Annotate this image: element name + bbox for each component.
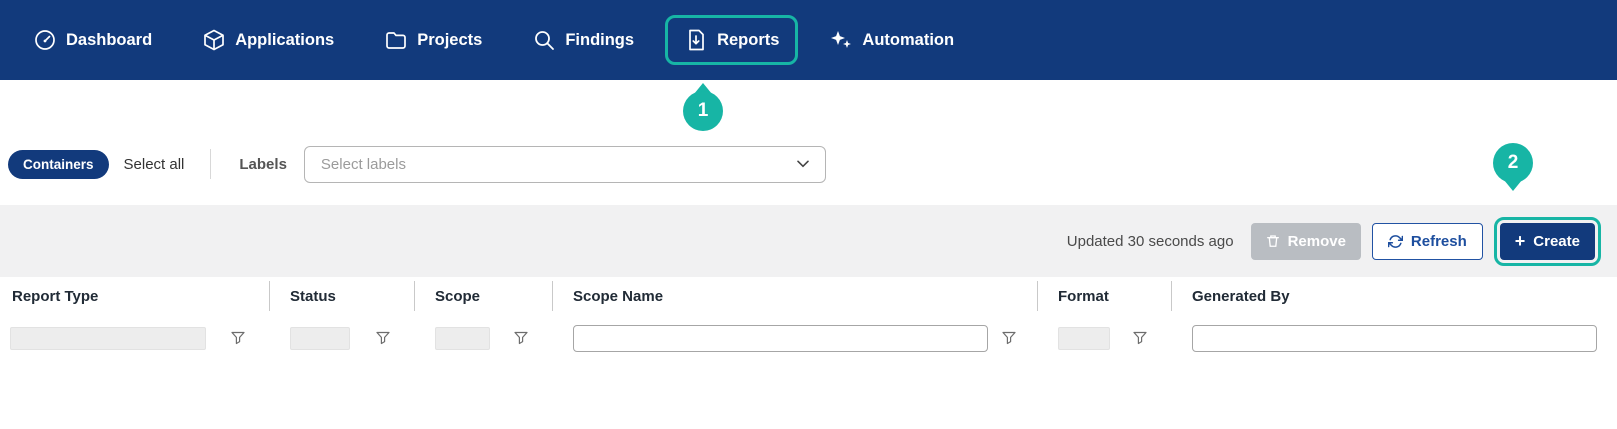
labels-label: Labels [239, 156, 287, 173]
filter-bar: Containers Select all Labels Select labe… [0, 140, 1617, 188]
nav-item-dashboard[interactable]: Dashboard [14, 15, 171, 65]
nav-label-reports: Reports [717, 31, 779, 50]
filter-cell-generated-by [1172, 320, 1617, 356]
step-1-callout: 1 [683, 83, 723, 131]
select-all-link[interactable]: Select all [124, 156, 185, 173]
scope-filter-input[interactable] [435, 327, 490, 350]
toolbar-strip: Updated 30 seconds ago Remove Refresh + … [0, 205, 1617, 277]
report-type-filter-input[interactable] [10, 327, 206, 350]
nav-item-projects[interactable]: Projects [365, 15, 501, 65]
step-2-number: 2 [1493, 143, 1533, 183]
refresh-button-label: Refresh [1411, 233, 1467, 250]
filter-cell-status [270, 320, 415, 356]
filter-funnel-icon-format[interactable] [1133, 331, 1147, 345]
updated-text: Updated 30 seconds ago [1067, 233, 1234, 250]
column-header-scope-name[interactable]: Scope Name [553, 281, 1038, 311]
filter-funnel-icon-scope-name[interactable] [1002, 331, 1016, 345]
generated-by-filter-input[interactable] [1192, 325, 1597, 352]
labels-select-placeholder: Select labels [321, 156, 406, 173]
gauge-icon [33, 28, 57, 52]
column-header-report-type[interactable]: Report Type [0, 281, 270, 311]
nav-label-projects: Projects [417, 31, 482, 50]
top-navigation: Dashboard Applications Projects [0, 0, 1617, 80]
table-header-row: Report Type Status Scope Scope Name Form… [0, 281, 1617, 311]
filter-funnel-icon-scope[interactable] [514, 331, 528, 345]
chevron-down-icon [797, 160, 809, 168]
nav-item-applications[interactable]: Applications [183, 15, 353, 65]
filter-funnel-icon-report-type[interactable] [231, 331, 245, 345]
scope-name-filter-input[interactable] [573, 325, 988, 352]
trash-icon [1266, 234, 1280, 248]
nav-label-automation: Automation [862, 31, 954, 50]
nav-item-reports[interactable]: Reports [665, 15, 798, 65]
nav-label-findings: Findings [565, 31, 634, 50]
cube-icon [202, 28, 226, 52]
folder-icon [384, 28, 408, 52]
search-icon [532, 28, 556, 52]
status-filter-input[interactable] [290, 327, 350, 350]
refresh-button[interactable]: Refresh [1372, 223, 1483, 260]
nav-label-applications: Applications [235, 31, 334, 50]
column-header-status[interactable]: Status [270, 281, 415, 311]
filter-cell-scope-name [553, 320, 1038, 356]
step-2-highlight: + Create [1494, 217, 1601, 266]
sparkles-icon [829, 28, 853, 52]
create-button-label: Create [1533, 233, 1580, 250]
table-filter-row [0, 320, 1617, 356]
labels-select[interactable]: Select labels [304, 146, 826, 183]
filter-cell-format [1038, 320, 1172, 356]
callout-tail-down [1504, 180, 1522, 191]
format-filter-input[interactable] [1058, 327, 1110, 350]
filter-cell-report-type [0, 320, 270, 356]
step-1-number: 1 [683, 91, 723, 131]
reports-page: Dashboard Applications Projects [0, 0, 1617, 429]
containers-filter-pill[interactable]: Containers [8, 150, 109, 179]
refresh-icon [1388, 234, 1403, 249]
column-header-scope[interactable]: Scope [415, 281, 553, 311]
step-2-callout: 2 [1493, 143, 1533, 191]
column-header-format[interactable]: Format [1038, 281, 1172, 311]
remove-button[interactable]: Remove [1251, 223, 1361, 260]
filter-cell-scope [415, 320, 553, 356]
filter-funnel-icon-status[interactable] [376, 331, 390, 345]
nav-item-automation[interactable]: Automation [810, 15, 973, 65]
nav-item-findings[interactable]: Findings [513, 15, 653, 65]
plus-icon: + [1515, 232, 1526, 250]
remove-button-label: Remove [1288, 233, 1346, 250]
create-button[interactable]: + Create [1500, 223, 1595, 260]
report-download-icon [684, 28, 708, 52]
vertical-divider [210, 149, 211, 179]
column-header-generated-by[interactable]: Generated By [1172, 281, 1617, 311]
nav-label-dashboard: Dashboard [66, 31, 152, 50]
